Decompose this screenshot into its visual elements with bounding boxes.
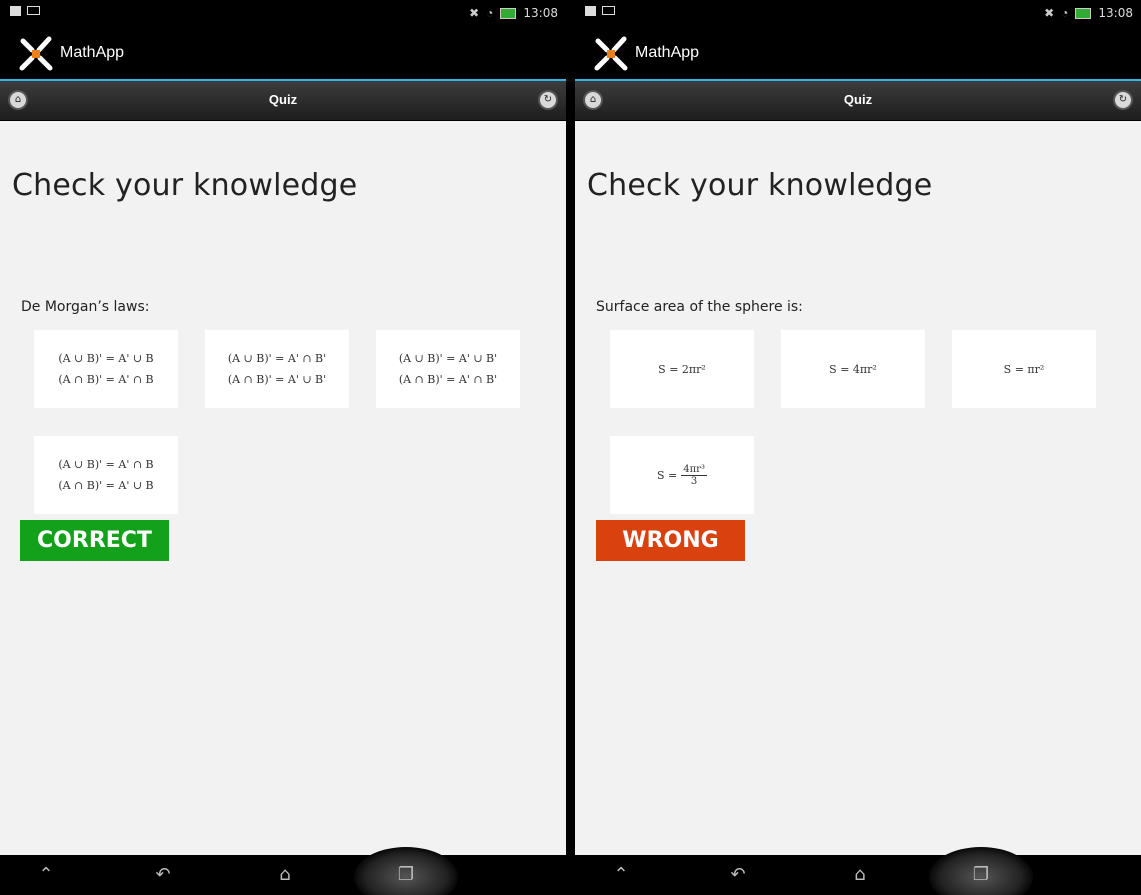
file-icon (10, 6, 21, 16)
formula-line: (A ∪ B)' = A' ∩ B (58, 458, 154, 471)
chevron-up-icon[interactable]: ⌃ (609, 863, 633, 887)
chevron-up-icon[interactable]: ⌃ (34, 863, 58, 887)
answer-option-4[interactable]: (A ∪ B)' = A' ∩ B (A ∩ B)' = A' ∪ B (34, 436, 178, 514)
refresh-icon[interactable]: ↻ (540, 92, 556, 108)
refresh-icon[interactable]: ↻ (1115, 92, 1131, 108)
status-notifications (585, 6, 615, 16)
app-title: MathApp (635, 44, 700, 61)
formula-line: S = πr² (1003, 362, 1045, 376)
quiz-toolbar: ⌂ Quiz ↻ (575, 81, 1141, 121)
mathapp-logo-icon (594, 36, 628, 71)
mail-icon (27, 6, 40, 15)
back-arrow-icon[interactable]: ↶ (726, 863, 750, 887)
formula-line: S = 2πr² (658, 362, 706, 376)
answer-option-3[interactable]: S = πr² (952, 330, 1096, 408)
system-nav-bar: ⌃ ↶ ⌂ ❐ (0, 847, 566, 895)
answer-option-2[interactable]: S = 4πr² (781, 330, 925, 408)
page-heading: Check your knowledge (587, 168, 933, 203)
status-bar: ✖ ◔ 13:08 (0, 0, 566, 27)
fraction: 4πr³ 3 (681, 464, 707, 487)
formula-line: (A ∪ B)' = A' ∪ B' (398, 352, 498, 365)
status-indicators: ✖ ◔ 13:08 (469, 6, 558, 20)
battery-icon (500, 7, 517, 19)
recent-apps-icon[interactable]: ❐ (394, 863, 418, 887)
formula-line: (A ∩ B)' = A' ∪ B (58, 479, 154, 492)
app-title: MathApp (60, 44, 125, 61)
result-badge-wrong: WRONG (596, 520, 745, 561)
fraction-numerator: 4πr³ (681, 463, 707, 476)
fraction-formula: S = 4πr³ 3 (657, 464, 707, 487)
back-arrow-icon[interactable]: ↶ (151, 863, 175, 887)
answer-option-4[interactable]: S = 4πr³ 3 (610, 436, 754, 514)
status-bar: ✖ ◔ 13:08 (575, 0, 1141, 27)
wifi-icon: ◔ (1061, 6, 1069, 20)
question-text: Surface area of the sphere is: (596, 299, 803, 315)
mail-icon (602, 6, 615, 15)
toolbar-title: Quiz (843, 92, 873, 107)
question-text: De Morgan’s laws: (21, 299, 150, 315)
signal-off-icon: ✖ (469, 6, 480, 20)
formula-line: (A ∩ B)' = A' ∩ B (58, 373, 154, 386)
system-nav-bar: ⌃ ↶ ⌂ ❐ (575, 847, 1141, 895)
signal-off-icon: ✖ (1044, 6, 1055, 20)
answer-option-1[interactable]: S = 2πr² (610, 330, 754, 408)
status-time: 13:08 (523, 6, 558, 20)
mathapp-logo-icon (19, 36, 53, 71)
formula-line: (A ∩ B)' = A' ∩ B' (398, 373, 498, 386)
status-notifications (10, 6, 40, 16)
file-icon (585, 6, 596, 16)
wifi-icon: ◔ (486, 6, 494, 20)
toolbar-title: Quiz (268, 92, 298, 107)
app-bar: MathApp (575, 27, 1141, 81)
result-badge-correct: CORRECT (20, 520, 169, 561)
formula-line: S = 4πr² (829, 362, 877, 376)
right-screen: ✖ ◔ 13:08 MathApp ⌂ Quiz ↻ Check your kn… (575, 0, 1141, 895)
battery-icon (1075, 7, 1092, 19)
home-outline-icon[interactable]: ⌂ (848, 863, 872, 887)
answer-option-2[interactable]: (A ∪ B)' = A' ∩ B' (A ∩ B)' = A' ∪ B' (205, 330, 349, 408)
status-time: 13:08 (1098, 6, 1133, 20)
formula-line: (A ∩ B)' = A' ∪ B' (227, 373, 327, 386)
formula-prefix: S = (657, 468, 678, 482)
home-outline-icon[interactable]: ⌂ (273, 863, 297, 887)
answer-option-1[interactable]: (A ∪ B)' = A' ∪ B (A ∩ B)' = A' ∩ B (34, 330, 178, 408)
formula-line: (A ∪ B)' = A' ∪ B (58, 352, 154, 365)
answer-option-3[interactable]: (A ∪ B)' = A' ∪ B' (A ∩ B)' = A' ∩ B' (376, 330, 520, 408)
status-indicators: ✖ ◔ 13:08 (1044, 6, 1133, 20)
app-bar: MathApp (0, 27, 566, 81)
recent-apps-icon[interactable]: ❐ (969, 863, 993, 887)
fraction-denominator: 3 (690, 475, 698, 487)
page-heading: Check your knowledge (12, 168, 358, 203)
left-screen: ✖ ◔ 13:08 MathApp ⌂ Quiz ↻ Check your kn… (0, 0, 566, 895)
formula-line: (A ∪ B)' = A' ∩ B' (227, 352, 327, 365)
quiz-toolbar: ⌂ Quiz ↻ (0, 81, 566, 121)
